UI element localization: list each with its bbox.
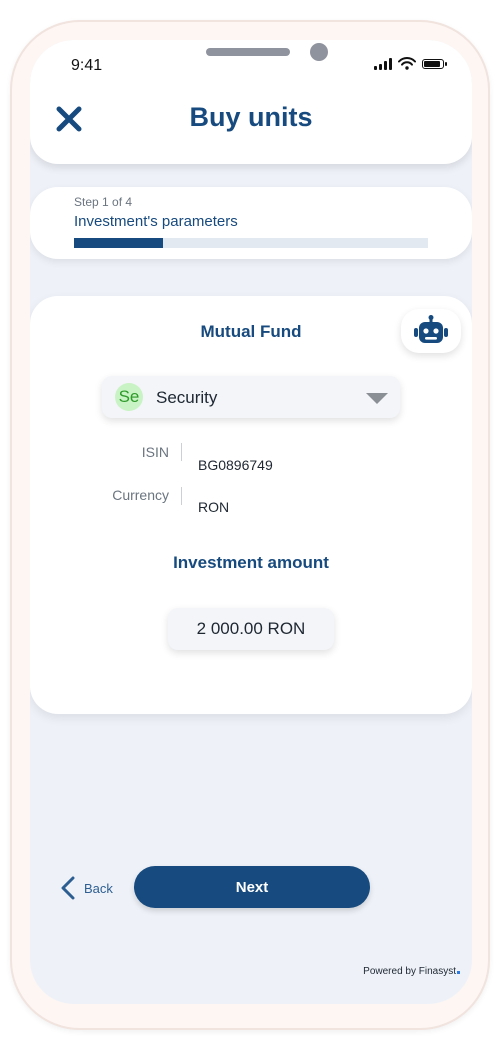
back-label: Back	[84, 880, 113, 896]
investment-amount-title: Investment amount	[173, 553, 329, 572]
step-progress-card: Step 1 of 4 Investment's parameters	[30, 187, 472, 259]
currency-label: Currency	[112, 487, 169, 503]
assistant-button[interactable]	[401, 309, 461, 353]
step-counter: Step 1 of 4	[74, 195, 133, 209]
currency-divider	[181, 487, 182, 505]
investment-amount-input[interactable]: 2 000.00 RON	[168, 608, 334, 650]
status-time: 9:41	[71, 57, 103, 74]
security-dropdown[interactable]: Se Security	[102, 376, 400, 418]
security-label: Security	[156, 388, 218, 407]
brand-dot	[457, 971, 460, 974]
isin-value: BG0896749	[198, 457, 273, 473]
security-avatar: Se	[115, 383, 143, 411]
progress-fill	[74, 238, 163, 248]
fund-card: Mutual Fund Se Security ISIN BG0896749 C…	[30, 296, 472, 714]
camera-notch	[310, 43, 328, 61]
battery-icon	[422, 58, 447, 69]
powered-by: Powered by Finasyst	[363, 966, 460, 977]
next-button[interactable]: Next	[134, 866, 370, 908]
speaker-notch	[206, 48, 290, 56]
page-title: Buy units	[189, 102, 313, 132]
back-button[interactable]: Back	[60, 874, 113, 902]
header-bar: 9:41 Buy units	[30, 40, 472, 164]
robot-icon	[414, 315, 448, 343]
powered-by-text: Powered by Finasyst	[363, 966, 456, 977]
chevron-left-icon	[61, 876, 75, 900]
step-title: Investment's parameters	[74, 213, 238, 230]
wifi-icon	[398, 57, 416, 70]
currency-value: RON	[198, 499, 230, 515]
isin-label: ISIN	[141, 444, 169, 460]
progress-bar	[74, 238, 428, 248]
caret-down-icon	[366, 393, 388, 404]
signal-icon	[374, 57, 392, 70]
status-icons	[374, 57, 447, 70]
isin-divider	[181, 443, 182, 461]
app-screen: 9:41 Buy units Step 1 of 4 Investment's …	[30, 40, 472, 1004]
